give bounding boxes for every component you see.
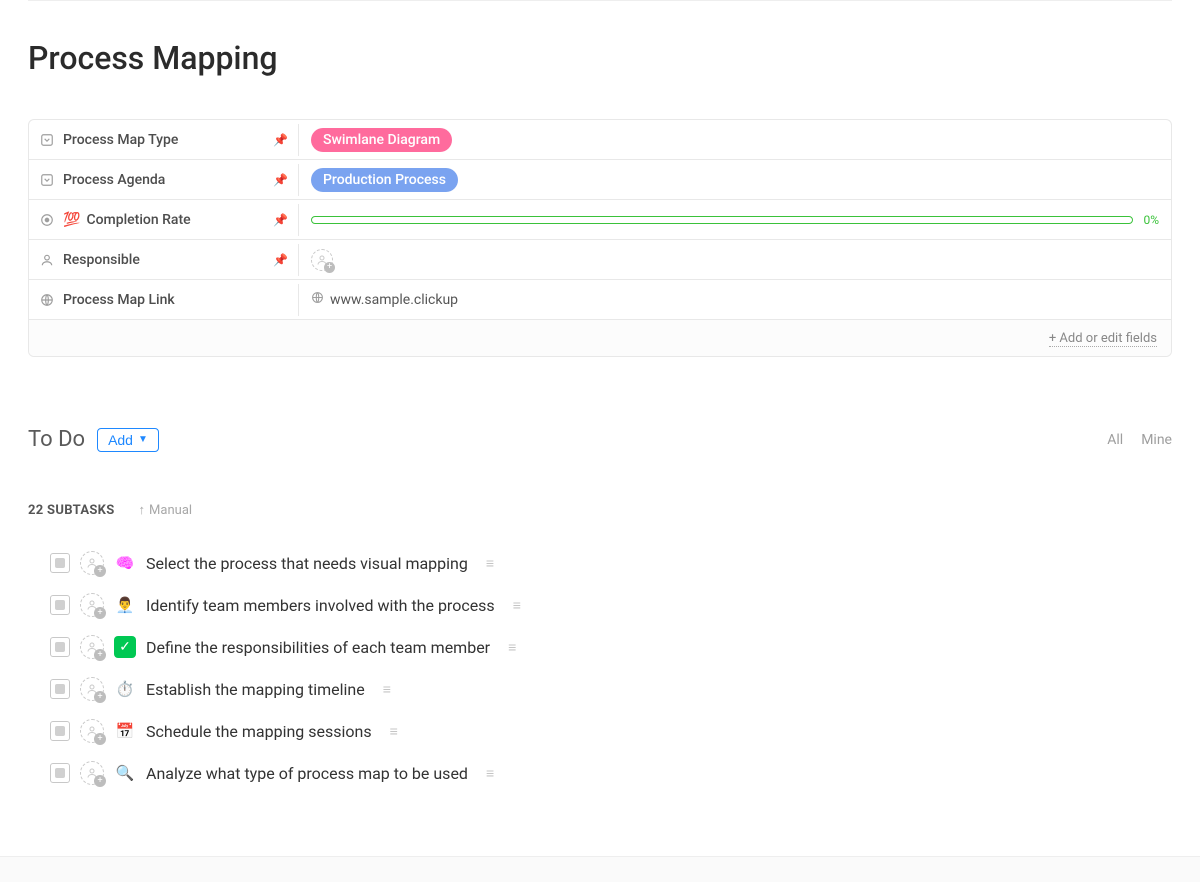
task-checkbox[interactable]	[50, 679, 70, 699]
sort-label: Manual	[149, 503, 192, 518]
globe-icon	[39, 292, 55, 308]
task-emoji: 🔍	[114, 762, 136, 784]
fields-footer: + Add or edit fields	[29, 320, 1171, 356]
task-title[interactable]: Identify team members involved with the …	[146, 596, 495, 615]
chevron-down-icon: ▼	[138, 434, 148, 445]
task-row[interactable]: 👨‍💼 Identify team members involved with t…	[50, 584, 1172, 626]
task-checkbox[interactable]	[50, 637, 70, 657]
todo-title: To Do	[28, 427, 85, 452]
drag-handle-icon[interactable]: ≡	[390, 723, 398, 740]
add-assignee-icon[interactable]	[80, 593, 104, 617]
progress-percent: 0%	[1143, 213, 1159, 227]
add-button-label: Add	[108, 432, 133, 448]
task-checkbox[interactable]	[50, 595, 70, 615]
add-assignee-icon[interactable]	[80, 719, 104, 743]
task-row[interactable]: 🔍 Analyze what type of process map to be …	[50, 752, 1172, 794]
drag-handle-icon[interactable]: ≡	[383, 681, 391, 698]
task-emoji: 📅	[114, 720, 136, 742]
drag-handle-icon[interactable]: ≡	[508, 639, 516, 656]
task-checkbox[interactable]	[50, 553, 70, 573]
add-edit-fields-link[interactable]: + Add or edit fields	[1049, 331, 1157, 347]
task-list: 🧠 Select the process that needs visual ma…	[28, 542, 1172, 794]
progress-bar[interactable]	[311, 216, 1133, 224]
add-assignee-icon[interactable]	[311, 249, 333, 271]
field-row-responsible[interactable]: Responsible 📌	[29, 240, 1171, 280]
task-title[interactable]: Select the process that needs visual map…	[146, 554, 468, 573]
pin-icon[interactable]: 📌	[273, 253, 288, 267]
field-value[interactable]: Swimlane Diagram	[299, 122, 1171, 158]
task-row[interactable]: 🧠 Select the process that needs visual ma…	[50, 542, 1172, 584]
link-text: www.sample.clickup	[330, 292, 458, 308]
pin-icon[interactable]: 📌	[273, 173, 288, 187]
field-row-completion-rate[interactable]: 💯 Completion Rate 📌 0%	[29, 200, 1171, 240]
globe-icon	[311, 291, 324, 308]
field-value[interactable]: www.sample.clickup	[299, 285, 1171, 314]
task-title[interactable]: Analyze what type of process map to be u…	[146, 764, 468, 783]
task-emoji: ⏱️	[114, 678, 136, 700]
field-value[interactable]	[299, 243, 1171, 277]
page-title: Process Mapping	[28, 39, 1172, 77]
task-title[interactable]: Schedule the mapping sessions	[146, 722, 372, 741]
field-value[interactable]: 0%	[299, 207, 1171, 233]
add-button[interactable]: Add ▼	[97, 428, 159, 452]
field-label-cell: Process Map Type 📌	[29, 124, 299, 156]
field-row-process-agenda[interactable]: Process Agenda 📌 Production Process	[29, 160, 1171, 200]
drag-handle-icon[interactable]: ≡	[486, 765, 494, 782]
field-label-cell: 💯 Completion Rate 📌	[29, 204, 299, 236]
task-row[interactable]: 📅 Schedule the mapping sessions ≡	[50, 710, 1172, 752]
footer-bar	[0, 856, 1200, 882]
subtasks-count: 22 SUBTASKS	[28, 503, 115, 518]
field-label-cell: Process Map Link	[29, 284, 299, 316]
field-value[interactable]: Production Process	[299, 162, 1171, 198]
add-assignee-icon[interactable]	[80, 635, 104, 659]
badge-process-agenda: Production Process	[311, 168, 458, 192]
field-label: Process Map Link	[63, 292, 175, 308]
field-label: Process Agenda	[63, 172, 165, 188]
task-row[interactable]: ⏱️ Establish the mapping timeline ≡	[50, 668, 1172, 710]
pin-icon[interactable]: 📌	[273, 133, 288, 147]
arrow-up-icon: ↑	[139, 502, 146, 518]
field-label: Completion Rate	[86, 212, 190, 228]
task-checkbox[interactable]	[50, 763, 70, 783]
field-label-cell: Responsible 📌	[29, 244, 299, 276]
add-assignee-icon[interactable]	[80, 677, 104, 701]
filter-mine[interactable]: Mine	[1141, 432, 1172, 448]
drag-handle-icon[interactable]: ≡	[513, 597, 521, 614]
pin-icon[interactable]: 📌	[273, 213, 288, 227]
field-row-process-map-type[interactable]: Process Map Type 📌 Swimlane Diagram	[29, 120, 1171, 160]
task-checkbox[interactable]	[50, 721, 70, 741]
add-assignee-icon[interactable]	[80, 551, 104, 575]
task-emoji: 👨‍💼	[114, 594, 136, 616]
task-title[interactable]: Establish the mapping timeline	[146, 680, 365, 699]
custom-fields-table: Process Map Type 📌 Swimlane Diagram Proc…	[28, 119, 1172, 357]
person-icon	[39, 252, 55, 268]
add-assignee-icon[interactable]	[80, 761, 104, 785]
field-label: Responsible	[63, 252, 140, 268]
drag-handle-icon[interactable]: ≡	[486, 555, 494, 572]
sort-manual[interactable]: ↑ Manual	[139, 502, 193, 518]
dropdown-field-icon	[39, 172, 55, 188]
task-emoji: 🧠	[114, 552, 136, 574]
field-row-process-map-link[interactable]: Process Map Link www.sample.clickup	[29, 280, 1171, 320]
progress-icon	[39, 212, 55, 228]
check-icon: ✓	[114, 636, 136, 658]
field-label-cell: Process Agenda 📌	[29, 164, 299, 196]
top-border	[28, 0, 1172, 1]
task-title[interactable]: Define the responsibilities of each team…	[146, 638, 490, 657]
badge-process-map-type: Swimlane Diagram	[311, 128, 452, 152]
filter-all[interactable]: All	[1107, 432, 1123, 448]
hundred-emoji: 💯	[63, 212, 80, 228]
dropdown-field-icon	[39, 132, 55, 148]
field-label: Process Map Type	[63, 132, 178, 148]
task-row[interactable]: ✓ Define the responsibilities of each tea…	[50, 626, 1172, 668]
